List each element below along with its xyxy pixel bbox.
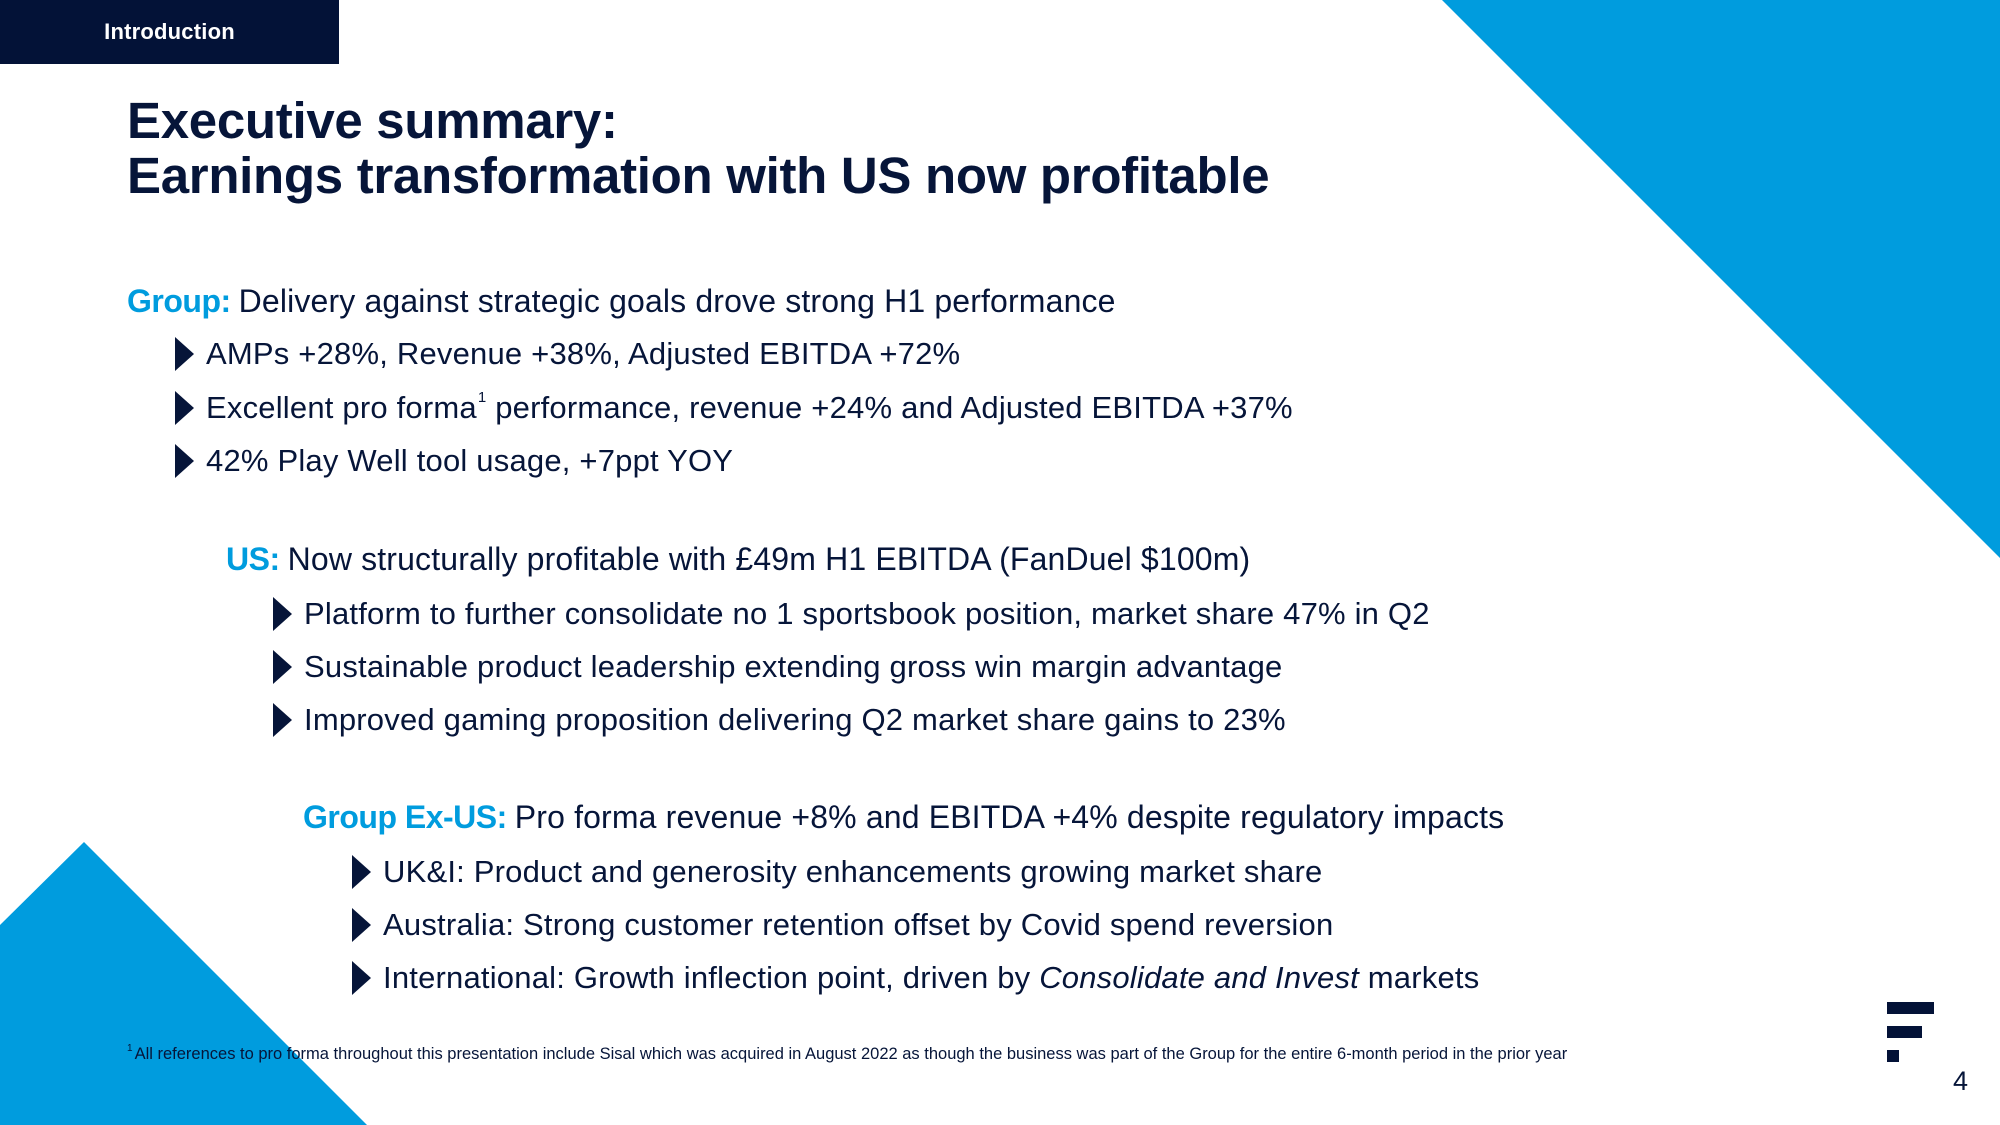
bullet-text-post: markets <box>1358 960 1480 995</box>
bullet-text: UK&I: Product and generosity enhancement… <box>383 854 1323 889</box>
slide: Introduction Executive summary: Earnings… <box>0 0 2000 1125</box>
bullet-arrow-icon <box>352 855 371 889</box>
bullet-item: AMPs +28%, Revenue +38%, Adjusted EBITDA… <box>175 334 960 374</box>
bullet-text-post: performance, revenue +24% and Adjusted E… <box>486 390 1293 425</box>
bullet-text-emphasis: Consolidate and Invest <box>1039 960 1359 995</box>
footnote-text: All references to pro forma throughout t… <box>134 1045 1568 1063</box>
bullet-arrow-icon <box>273 597 292 631</box>
bullet-item: Excellent pro forma1 performance, revenu… <box>175 388 1293 428</box>
bullet-text-pre: International: Growth inflection point, … <box>383 960 1040 995</box>
bullet-text: AMPs +28%, Revenue +38%, Adjusted EBITDA… <box>206 336 961 371</box>
bullet-arrow-icon <box>175 391 194 425</box>
bullet-item: International: Growth inflection point, … <box>352 958 1479 998</box>
section-tab: Introduction <box>0 0 339 64</box>
page-title: Executive summary: Earnings transformati… <box>127 92 1270 204</box>
logo-bar-bottom <box>1887 1050 1899 1062</box>
section-heading-group: Group: Delivery against strategic goals d… <box>127 281 1116 321</box>
section-heading-group-ex-us: Group Ex-US: Pro forma revenue +8% and EB… <box>303 797 1504 837</box>
bullet-arrow-icon <box>273 703 292 737</box>
section-label: Group Ex-US: <box>303 799 507 835</box>
bullet-text: Excellent pro forma1 performance, revenu… <box>206 388 1293 428</box>
bullet-item: Sustainable product leadership extending… <box>273 647 1282 687</box>
footnote: 1 All references to pro forma throughout … <box>127 1043 1567 1065</box>
bullet-text: Platform to further consolidate no 1 spo… <box>304 596 1430 631</box>
logo-bar-middle <box>1887 1026 1922 1038</box>
bullet-text: 42% Play Well tool usage, +7ppt YOY <box>206 443 734 478</box>
page-number: 4 <box>1953 1066 1969 1096</box>
section-label: US: <box>226 541 280 577</box>
bullet-item: Platform to further consolidate no 1 spo… <box>273 594 1430 634</box>
bullet-item: 42% Play Well tool usage, +7ppt YOY <box>175 441 733 481</box>
section-tab-label: Introduction <box>104 19 235 44</box>
section-text: Now structurally profitable with £49m H1… <box>287 541 1251 577</box>
section-text: Pro forma revenue +8% and EBITDA +4% des… <box>514 799 1505 835</box>
bullet-text-pre: Excellent pro forma <box>206 390 477 425</box>
page-title-line1: Executive summary: <box>127 92 618 149</box>
bullet-arrow-icon <box>273 650 292 684</box>
bullet-arrow-icon <box>175 337 194 371</box>
bullet-text: Improved gaming proposition delivering Q… <box>304 702 1286 737</box>
bottom-left-triangle-shape <box>0 842 367 1125</box>
bullet-item: UK&I: Product and generosity enhancement… <box>352 852 1322 892</box>
section-label: Group: <box>127 283 231 319</box>
footnote-marker: 1 <box>127 1043 133 1054</box>
bullet-item: Improved gaming proposition delivering Q… <box>273 700 1286 740</box>
section-text: Delivery against strategic goals drove s… <box>238 283 1116 319</box>
bullet-arrow-icon <box>175 444 194 478</box>
bullet-item: Australia: Strong customer retention off… <box>352 905 1333 945</box>
bullet-arrow-icon <box>352 908 371 942</box>
logo-bar-top <box>1887 1002 1934 1014</box>
bullet-text: International: Growth inflection point, … <box>383 958 1479 998</box>
bullet-text: Australia: Strong customer retention off… <box>383 907 1334 942</box>
bullet-arrow-icon <box>352 961 371 995</box>
section-heading-us: US: Now structurally profitable with £49m… <box>226 539 1250 579</box>
bullet-text: Sustainable product leadership extending… <box>304 649 1283 684</box>
page-title-line2: Earnings transformation with US now prof… <box>127 147 1270 204</box>
flutter-logo-icon <box>1887 1002 1935 1062</box>
top-right-triangle-shape <box>1442 0 2000 558</box>
